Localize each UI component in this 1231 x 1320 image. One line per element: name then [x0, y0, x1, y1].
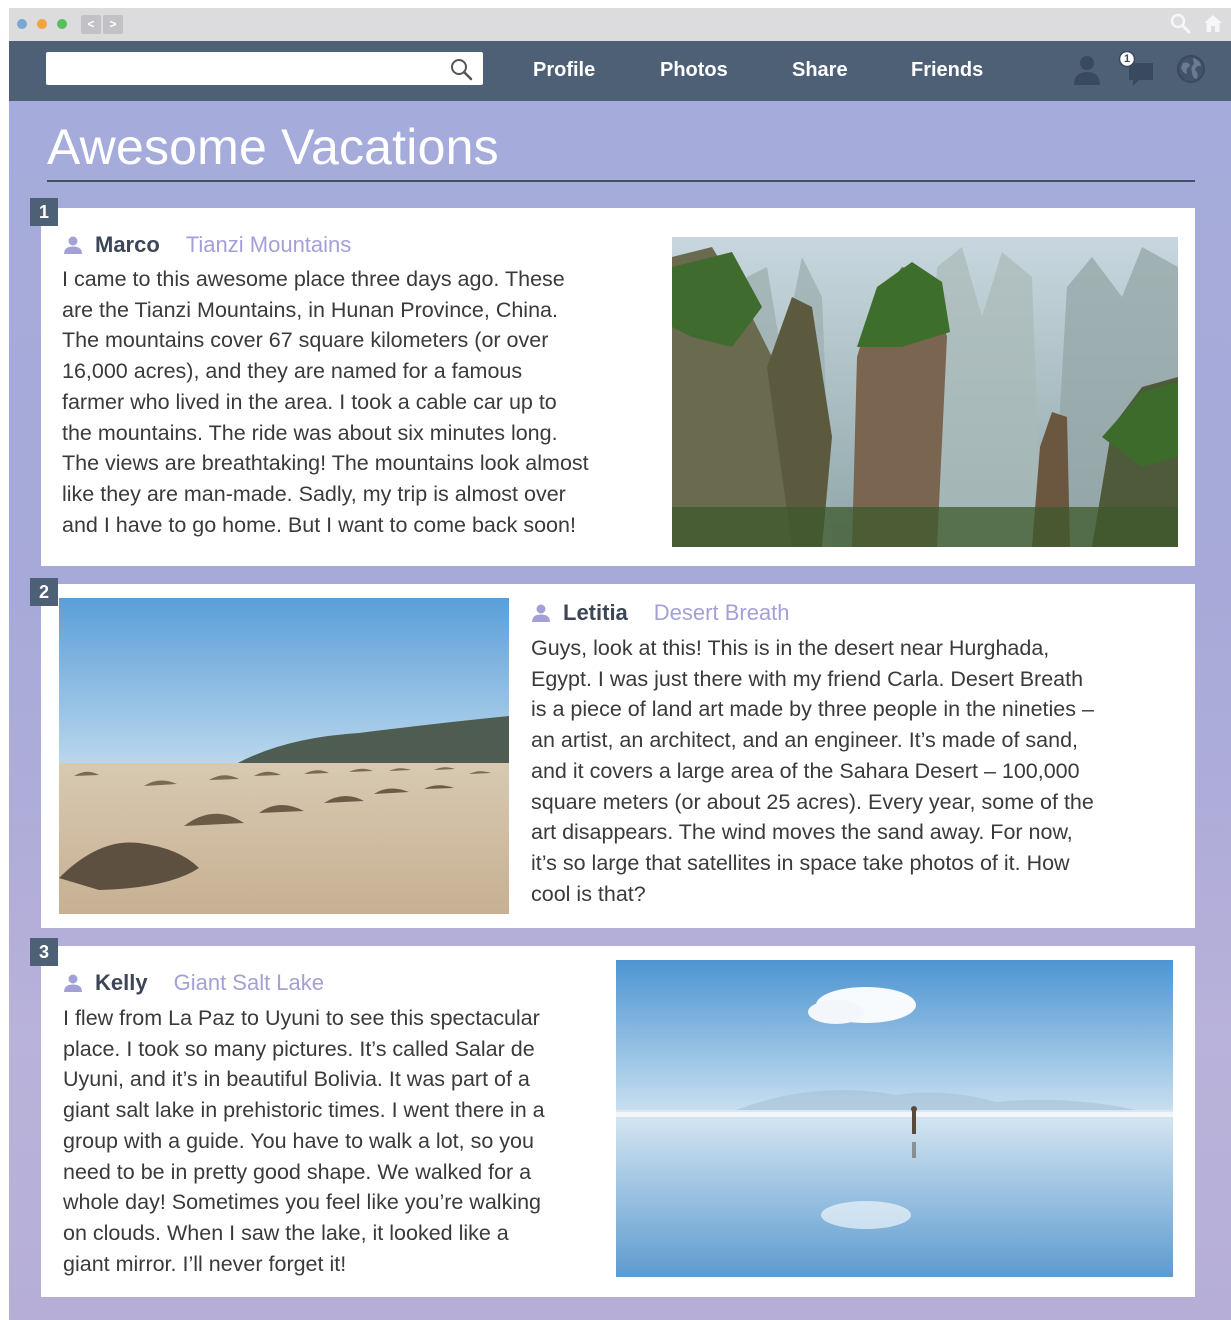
post-text-line: are the Tianzi Mountains, in Hunan Provi… [62, 297, 558, 322]
post-text-line: 16,000 acres), and they are named for a … [62, 359, 523, 384]
post-text-line: the mountains. The ride was about six mi… [62, 420, 558, 445]
post-text-line: Uyuni, and it’s in beautiful Bolivia. It… [63, 1067, 530, 1092]
chat-icon[interactable]: 1 [1117, 50, 1155, 89]
post-text-line: group with a guide. You have to walk a l… [63, 1128, 534, 1153]
post-place[interactable]: Giant Salt Lake [174, 970, 324, 996]
search-input[interactable] [46, 52, 483, 85]
post-text-line: I flew from La Paz to Uyuni to see this … [63, 1006, 540, 1030]
post-text-line: is a piece of land art made by three peo… [531, 697, 1094, 722]
back-button[interactable]: < [81, 15, 101, 34]
post-text-line: need to be in pretty good shape. We walk… [63, 1159, 532, 1184]
window-control-dot[interactable] [57, 19, 67, 29]
post-text-line: art disappears. The wind moves the sand … [531, 820, 1073, 845]
user-icon [64, 236, 82, 254]
post-card: Marco Tianzi Mountains I came to this aw… [41, 208, 1195, 566]
post-photo[interactable] [672, 237, 1178, 547]
post-body: Guys, look at this! This is in the deser… [531, 633, 1191, 909]
search-icon[interactable] [449, 57, 473, 81]
post-text-line: and it covers a large area of the Sahara… [531, 758, 1080, 783]
post-text-line: like they are man-made. Sadly, my trip i… [62, 481, 566, 506]
post-card: Letitia Desert Breath Guys, look at this… [41, 584, 1195, 928]
user-icon [64, 974, 82, 992]
post-photo[interactable] [616, 960, 1173, 1277]
post-text-line: cool is that? [531, 881, 646, 906]
post-body: I flew from La Paz to Uyuni to see this … [63, 1003, 623, 1279]
window-control-dot[interactable] [37, 19, 47, 29]
post-photo[interactable] [59, 598, 509, 914]
post-author[interactable]: Kelly [95, 970, 148, 996]
home-icon[interactable] [1202, 12, 1224, 40]
window-control-dot[interactable] [17, 19, 27, 29]
post-author[interactable]: Letitia [563, 600, 628, 626]
post-author[interactable]: Marco [95, 232, 160, 258]
post-number-badge: 2 [30, 578, 58, 606]
post-text-line: farmer who lived in the area. I took a c… [62, 389, 557, 414]
page-title: Awesome Vacations [47, 119, 499, 175]
post-text-line: The mountains cover 67 square kilometers… [62, 328, 549, 353]
post-place[interactable]: Desert Breath [654, 600, 790, 626]
post-header: Kelly Giant Salt Lake [63, 970, 324, 996]
window-chrome: < > [9, 8, 1231, 41]
title-divider [47, 180, 1195, 182]
post-text-line: I came to this awesome place three days … [62, 267, 565, 291]
post-number-badge: 1 [30, 198, 58, 226]
top-nav-bar: Profile Photos Share Friends 1 [9, 41, 1231, 101]
post-place[interactable]: Tianzi Mountains [186, 232, 351, 258]
nav-link-share[interactable]: Share [792, 58, 848, 82]
nav-link-friends[interactable]: Friends [911, 58, 983, 82]
post-header: Marco Tianzi Mountains [63, 232, 351, 258]
post-text-line: giant salt lake in prehistoric times. I … [63, 1098, 545, 1123]
post-text-line: place. I took so many pictures. It’s cal… [63, 1036, 535, 1061]
post-text-line: on clouds. When I saw the lake, it looke… [63, 1220, 509, 1245]
post-text-line: it’s so large that satellites in space t… [531, 850, 1070, 875]
post-number-badge: 3 [30, 938, 58, 966]
post-text-line: Guys, look at this! This is in the deser… [531, 636, 1050, 660]
notification-badge: 1 [1123, 53, 1131, 65]
post-header: Letitia Desert Breath [531, 600, 790, 626]
post-text-line: Egypt. I was just there with my friend C… [531, 666, 1084, 691]
browser-nav-arrows: < > [81, 15, 123, 34]
post-text-line: giant mirror. I’ll never forget it! [63, 1251, 347, 1276]
post-text-line: and I have to go home. But I want to com… [62, 512, 576, 537]
post-text-line: whole day! Sometimes you feel like you’r… [63, 1190, 542, 1215]
forward-button[interactable]: > [103, 15, 123, 34]
post-text-line: an artist, an architect, and an engineer… [531, 728, 1079, 753]
user-icon[interactable] [1069, 51, 1107, 89]
post-body: I came to this awesome place three days … [62, 264, 662, 540]
nav-link-photos[interactable]: Photos [660, 58, 728, 82]
nav-link-profile[interactable]: Profile [533, 58, 595, 82]
post-text-line: square meters (or about 25 acres). Every… [531, 789, 1094, 814]
user-icon [532, 604, 550, 622]
globe-icon[interactable] [1173, 51, 1211, 89]
post-text-line: The views are breathtaking! The mountain… [62, 451, 589, 476]
post-card: Kelly Giant Salt Lake I flew from La Paz… [41, 946, 1195, 1297]
search-icon[interactable] [1169, 12, 1191, 40]
